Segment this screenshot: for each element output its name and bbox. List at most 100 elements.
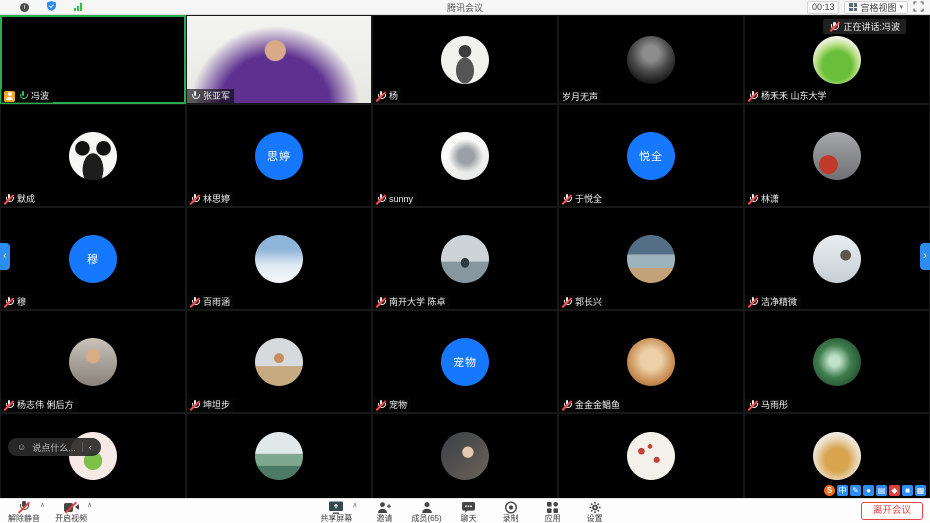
chat-button[interactable]: 聊天: [454, 500, 484, 523]
participant-tile[interactable]: [186, 413, 372, 499]
avatar: [813, 235, 861, 283]
avatar: [627, 338, 675, 386]
participant-nameplate: 穆: [1, 295, 30, 309]
participant-tile[interactable]: 马雨彤: [744, 310, 930, 413]
start-video-button[interactable]: 开启视频: [55, 500, 87, 523]
participant-tile[interactable]: 默成: [0, 104, 186, 207]
participant-tile[interactable]: 悦全 于悦全: [558, 104, 744, 207]
mic-muted-icon: [376, 91, 386, 102]
mic-muted-icon: [4, 194, 14, 205]
apps-button[interactable]: 应用: [538, 500, 568, 523]
participant-tile-video[interactable]: 冯波: [0, 15, 186, 104]
participant-tile[interactable]: 穆 穆: [0, 207, 186, 310]
camera-off-icon: [64, 502, 79, 513]
participant-name: sunny: [389, 194, 413, 204]
participant-tile[interactable]: 坤坦步: [186, 310, 372, 413]
avatar: [255, 432, 303, 480]
participant-tile[interactable]: [0, 413, 186, 499]
participant-tile[interactable]: [558, 413, 744, 499]
avatar: [627, 36, 675, 84]
participant-name: 冯波: [31, 91, 49, 101]
fullscreen-icon[interactable]: [913, 1, 924, 14]
participant-tile[interactable]: 宠物 宠物: [372, 310, 558, 413]
pen-input-icon[interactable]: ✎: [850, 485, 861, 496]
participant-nameplate: 坤坦步: [187, 398, 234, 412]
skin-icon[interactable]: ◆: [889, 485, 900, 496]
share-options-chevron-icon[interactable]: ∧: [352, 502, 357, 509]
avatar: [813, 338, 861, 386]
avatar-initials: 穆: [87, 251, 99, 267]
avatar: [813, 432, 861, 480]
share-screen-icon: [328, 501, 344, 514]
grid-view-icon: [849, 3, 857, 11]
avatar: [813, 36, 861, 84]
participant-name: 岁月无声: [562, 92, 598, 102]
participant-tile[interactable]: 金金金鲳鱼: [558, 310, 744, 413]
mic-muted-icon: [562, 297, 572, 308]
participant-nameplate: 岁月无声: [559, 90, 602, 103]
avatar: [441, 235, 489, 283]
participant-tile[interactable]: 岁月无声: [558, 15, 744, 104]
record-icon: [504, 501, 518, 514]
mic-muted-icon: [190, 297, 200, 308]
participant-tile[interactable]: 杨志伟 俐后方: [0, 310, 186, 413]
participant-tile-video[interactable]: 张亚军: [186, 15, 372, 104]
share-screen-button[interactable]: 共享屏幕: [320, 500, 352, 523]
emoji-icon[interactable]: ☺: [17, 442, 26, 452]
participant-name: 宠物: [389, 400, 407, 410]
previous-page-button[interactable]: ‹: [0, 243, 10, 270]
participant-name: 杨: [389, 91, 398, 101]
mic-on-icon: [190, 91, 200, 102]
participant-nameplate: 默成: [1, 192, 39, 206]
invite-button[interactable]: 邀请: [369, 500, 399, 523]
video-options-chevron-icon[interactable]: ∧: [87, 502, 92, 509]
participant-name: 穆: [17, 297, 26, 307]
participant-tile[interactable]: 百雨涵: [186, 207, 372, 310]
participant-tile[interactable]: 林潇: [744, 104, 930, 207]
avatar: 宠物: [441, 338, 489, 386]
participant-tile[interactable]: 洁净精微: [744, 207, 930, 310]
next-page-button[interactable]: ›: [920, 243, 930, 270]
participant-nameplate: 杨志伟 俐后方: [1, 398, 78, 412]
participant-name: 默成: [17, 194, 35, 204]
grid-view-button[interactable]: 宫格视图 ▾: [844, 1, 908, 14]
members-button[interactable]: 成员(65): [411, 500, 441, 523]
record-button[interactable]: 录制: [496, 500, 526, 523]
keyboard-icon[interactable]: ▤: [876, 485, 887, 496]
participant-nameplate: 南开大学 陈卓: [373, 295, 450, 309]
participant-name: 林潇: [761, 194, 779, 204]
participant-tile[interactable]: 南开大学 陈卓: [372, 207, 558, 310]
chat-quick-input[interactable]: ☺ 说点什么... ‹: [8, 438, 101, 456]
divider: [82, 442, 83, 452]
toolbox-icon[interactable]: ■: [902, 485, 913, 496]
leave-meeting-button[interactable]: 离开会议: [861, 502, 923, 520]
collapse-chevron-icon[interactable]: ‹: [89, 442, 92, 452]
participant-grid: 冯波 张亚军 杨 岁月无声 杨禾禾 山东: [0, 15, 930, 499]
avatar: 悦全: [627, 132, 675, 180]
participant-tile[interactable]: 思婷 林思婷: [186, 104, 372, 207]
participant-nameplate: 郭长兴: [559, 295, 606, 309]
participant-tile[interactable]: [372, 413, 558, 499]
title-bar: i 腾讯会议 00:13 宫格视图 ▾: [0, 0, 930, 15]
chevron-down-icon: ▾: [899, 3, 903, 11]
unmute-button[interactable]: 解除静音: [8, 500, 40, 523]
settings-button[interactable]: 设置: [580, 500, 610, 523]
participant-tile[interactable]: sunny: [372, 104, 558, 207]
avatar: [813, 132, 861, 180]
voice-input-icon[interactable]: ●: [863, 485, 874, 496]
chinese-mode-icon[interactable]: 中: [837, 485, 848, 496]
participant-name: 杨禾禾 山东大学: [761, 91, 827, 101]
more-tools-icon[interactable]: ▦: [915, 485, 926, 496]
participant-name: 马雨彤: [761, 400, 788, 410]
mic-muted-icon: [829, 21, 839, 32]
host-badge-icon: [4, 91, 15, 102]
participant-tile[interactable]: 杨: [372, 15, 558, 104]
participant-tile[interactable]: 郭长兴: [558, 207, 744, 310]
avatar-initials: 宠物: [453, 354, 477, 370]
sogou-input-icon[interactable]: S: [824, 485, 835, 496]
audio-options-chevron-icon[interactable]: ∧: [40, 502, 45, 509]
mic-muted-icon: [190, 400, 200, 411]
participant-name: 洁净精微: [761, 297, 797, 307]
participant-nameplate: 百雨涵: [187, 295, 234, 309]
mic-muted-icon: [376, 194, 386, 205]
